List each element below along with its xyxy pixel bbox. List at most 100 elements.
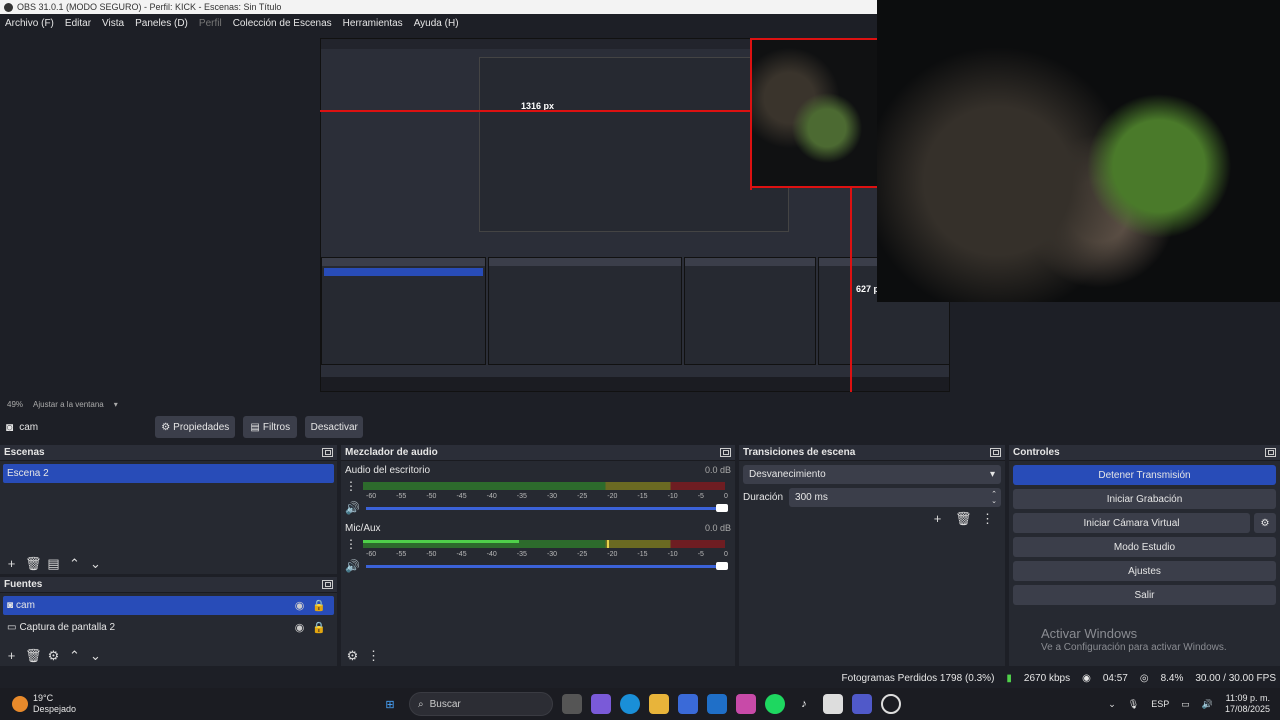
filters-button[interactable]: ▤ Filtros — [243, 416, 298, 438]
monitor-icon: ▭ — [7, 622, 17, 633]
peak-marker — [607, 540, 609, 548]
volume-slider[interactable] — [365, 561, 728, 570]
menu-herramientas[interactable]: Herramientas — [343, 18, 403, 29]
language-indicator[interactable]: ESP — [1151, 699, 1169, 709]
gear-icon[interactable]: ⚙ — [46, 648, 61, 663]
virtual-camera-button[interactable]: Iniciar Cámara Virtual — [1013, 513, 1250, 533]
stop-streaming-button[interactable]: Detener Transmisión — [1013, 465, 1276, 485]
chevron-down-icon[interactable]: ▾ — [114, 400, 118, 409]
duration-field[interactable]: 300 ms ⌃ ⌄ — [789, 488, 1001, 507]
search-icon: ⌕ — [418, 698, 424, 710]
scenes-dock: Escenas Escena 2 + 🗑 ▤ ⌃ ⌄ — [0, 445, 337, 574]
start-recording-button[interactable]: Iniciar Grabación — [1013, 489, 1276, 509]
office-icon[interactable] — [736, 694, 756, 714]
lock-icon[interactable]: 🔒 — [312, 599, 326, 612]
source-item-cam[interactable]: ◙ cam ◉ 🔒 — [3, 596, 334, 615]
undock-icon[interactable] — [322, 448, 333, 457]
eye-icon[interactable]: ◉ — [295, 621, 305, 634]
studio-mode-button[interactable]: Modo Estudio — [1013, 537, 1276, 557]
virtual-camera-settings-icon[interactable]: ⚙ — [1254, 513, 1276, 533]
mic-icon[interactable]: 🎙 — [1128, 699, 1139, 710]
scene-item[interactable]: Escena 2 — [3, 464, 334, 483]
trash-icon[interactable]: 🗑 — [25, 648, 42, 663]
undock-icon[interactable] — [322, 580, 333, 589]
window-titlebar: OBS 31.0.1 (MODO SEGURO) - Perfil: KICK … — [0, 0, 877, 14]
stream-icon: ◉ — [1082, 672, 1091, 684]
obs-icon[interactable] — [881, 694, 901, 714]
task-view-icon[interactable] — [562, 694, 582, 714]
meter-tick-label: -25 — [577, 493, 588, 500]
system-tray: ⌄ 🎙 ESP ▭ 🔊 11:09 p. m. 17/08/2025 — [1108, 693, 1280, 715]
trash-icon[interactable]: 🗑 — [25, 556, 42, 571]
teams-icon[interactable] — [852, 694, 872, 714]
edge-icon[interactable] — [620, 694, 640, 714]
meter-tick-label: -35 — [516, 493, 527, 500]
menu-ayuda[interactable]: Ayuda (H) — [414, 18, 459, 29]
outlook-icon[interactable] — [707, 694, 727, 714]
nested-transitions-dock — [684, 257, 816, 365]
cam-feed-small — [752, 38, 877, 188]
gear-icon[interactable]: ⚙ — [345, 648, 360, 663]
menu-archivo[interactable]: Archivo (F) — [5, 18, 54, 29]
speaker-icon[interactable]: 🔊 — [345, 501, 360, 515]
menu-paneles[interactable]: Paneles (D) — [135, 18, 188, 29]
exit-button[interactable]: Salir — [1013, 585, 1276, 605]
menu-perfil[interactable]: Perfil — [199, 18, 222, 29]
fps: 30.00 / 30.00 FPS — [1195, 672, 1276, 684]
volume-icon[interactable]: 🔊 — [1202, 699, 1213, 710]
arrow-down-icon[interactable]: ⌄ — [88, 648, 103, 663]
properties-button[interactable]: ⚙ Propiedades — [155, 416, 236, 438]
menu-vista[interactable]: Vista — [102, 18, 124, 29]
network-icon[interactable]: ▭ — [1181, 699, 1190, 710]
arrow-up-icon[interactable]: ⌃ — [67, 648, 82, 663]
menu-coleccion[interactable]: Colección de Escenas — [233, 18, 332, 29]
weather-widget[interactable]: 19°C Despejado — [0, 693, 370, 715]
settings-button[interactable]: Ajustes — [1013, 561, 1276, 581]
taskbar-search[interactable]: ⌕ Buscar — [409, 692, 553, 716]
arrow-down-icon[interactable]: ⌄ — [88, 556, 103, 571]
add-icon[interactable]: + — [4, 648, 19, 663]
app-icon[interactable] — [823, 694, 843, 714]
spinner-icon[interactable]: ⌃ ⌄ — [991, 491, 997, 505]
more-icon[interactable]: ⋮ — [366, 648, 381, 663]
volume-knob[interactable] — [715, 561, 728, 570]
undock-icon[interactable] — [1265, 448, 1276, 457]
file-explorer-icon[interactable] — [649, 694, 669, 714]
lock-icon[interactable]: 🔒 — [312, 621, 326, 634]
more-icon[interactable]: ⋮ — [980, 511, 995, 526]
nested-mixer-dock — [488, 257, 682, 365]
arrow-up-icon[interactable]: ⌃ — [67, 556, 82, 571]
eye-icon[interactable]: ◉ — [295, 599, 305, 612]
meter-tick-label: 0 — [723, 551, 728, 558]
store-icon[interactable] — [678, 694, 698, 714]
copilot-icon[interactable] — [591, 694, 611, 714]
camera-icon: ◙ — [7, 600, 14, 611]
nested-taskbar — [321, 377, 949, 391]
undock-icon[interactable] — [990, 448, 1001, 457]
clock[interactable]: 11:09 p. m. 17/08/2025 — [1225, 693, 1270, 715]
volume-meter — [363, 540, 725, 548]
deactivate-button[interactable]: Desactivar — [305, 416, 364, 438]
source-item-capture[interactable]: ▭ Captura de pantalla 2 ◉ 🔒 — [3, 618, 334, 637]
tiktok-icon[interactable]: ♪ — [794, 694, 814, 714]
mixer-channel-desktop: Audio del escritorio 0.0 dB ⋮ -60 -55 -50 -4… — [345, 465, 731, 515]
add-icon[interactable]: + — [930, 511, 945, 526]
trash-icon[interactable]: 🗑 — [955, 511, 972, 526]
volume-slider[interactable] — [365, 503, 728, 512]
more-icon[interactable]: ⋮ — [345, 479, 357, 493]
add-icon[interactable]: + — [4, 556, 19, 571]
gear-icon: ⚙ — [161, 421, 171, 433]
menu-editar[interactable]: Editar — [65, 18, 91, 29]
spotify-icon[interactable] — [765, 694, 785, 714]
undock-icon[interactable] — [720, 448, 731, 457]
stream-time: 04:57 — [1102, 672, 1128, 684]
speaker-icon[interactable]: 🔊 — [345, 559, 360, 573]
zoom-mode[interactable]: Ajustar a la ventana — [33, 400, 104, 409]
filter-icon[interactable]: ▤ — [46, 556, 61, 571]
volume-knob[interactable] — [715, 503, 728, 512]
windows-start-icon[interactable]: ⊞ — [380, 694, 400, 714]
more-icon[interactable]: ⋮ — [345, 537, 357, 551]
window-title: OBS 31.0.1 (MODO SEGURO) - Perfil: KICK … — [17, 2, 282, 12]
chevron-up-icon[interactable]: ⌄ — [1108, 699, 1116, 710]
transition-select[interactable]: Desvanecimiento ▾ — [743, 465, 1001, 484]
